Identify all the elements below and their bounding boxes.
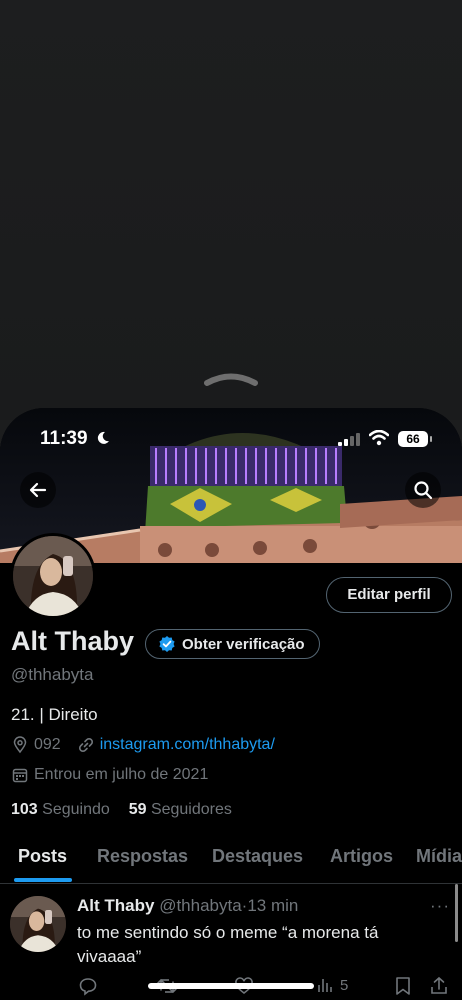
profile-joined-row: Entrou em julho de 2021 — [11, 766, 208, 784]
wifi-icon — [368, 429, 390, 451]
cellular-signal-icon — [338, 433, 360, 451]
reply-button[interactable] — [78, 976, 98, 996]
post-avatar[interactable] — [10, 896, 66, 952]
post-header: Alt Thaby @thhabyta·13 min — [77, 896, 298, 916]
followers-link[interactable]: 59 Seguidores — [129, 801, 232, 818]
post-author-handle[interactable]: @thhabyta — [159, 896, 241, 915]
profile-meta-row: 092 instagram.com/thhabyta/ — [11, 736, 275, 754]
post-time[interactable]: 13 min — [247, 896, 298, 915]
arrow-left-icon — [29, 482, 47, 498]
status-time: 11:39 — [40, 428, 88, 449]
calendar-icon — [12, 768, 28, 783]
moon-icon — [96, 431, 110, 450]
views-button[interactable]: 5 — [316, 976, 348, 994]
following-count: 103 — [11, 801, 38, 818]
scrollbar[interactable] — [455, 884, 458, 942]
profile-handle: @thhabyta — [11, 665, 94, 684]
reply-icon — [79, 978, 97, 996]
post-text: to me sentindo só o meme “a morena tá vi… — [77, 923, 379, 966]
followers-label: Seguidores — [150, 801, 232, 818]
avatar-photo — [13, 536, 93, 616]
share-button[interactable] — [430, 976, 448, 996]
dimmed-background — [0, 0, 462, 420]
battery-tip — [430, 436, 432, 442]
get-verified-label: Obter verificação — [182, 635, 305, 653]
search-button[interactable] — [405, 472, 441, 508]
tab-replies[interactable]: Respostas — [97, 846, 188, 867]
tab-posts[interactable]: Posts — [18, 846, 67, 867]
follow-stats: 103 Seguindo 59 Seguidores — [11, 801, 232, 819]
following-label: Seguindo — [42, 801, 110, 818]
location-pin-icon — [13, 736, 27, 754]
profile-sheet: 11:39 66 Editar perfil Alt Thaby Obter v… — [0, 408, 462, 1000]
post-author-name[interactable]: Alt Thaby — [77, 896, 154, 915]
active-tab-indicator — [14, 878, 72, 882]
share-icon — [431, 976, 447, 994]
edit-profile-button[interactable]: Editar perfil — [326, 577, 452, 613]
views-chart-icon — [318, 979, 332, 992]
followers-count: 59 — [128, 801, 147, 818]
back-button[interactable] — [20, 472, 56, 508]
status-bar: 11:39 66 — [0, 426, 462, 454]
post-more-options-icon[interactable]: ··· — [430, 896, 450, 916]
profile-avatar[interactable] — [10, 533, 96, 619]
tab-highlights[interactable]: Destaques — [212, 846, 303, 867]
tab-media[interactable]: Mídia — [416, 846, 462, 867]
verified-badge-icon — [159, 636, 175, 652]
profile-location: 092 — [34, 736, 61, 753]
profile-tabs: Posts Respostas Destaques Artigos Mídia — [0, 838, 462, 884]
views-count: 5 — [340, 976, 349, 994]
profile-bio: 21. | Direito — [11, 705, 98, 724]
home-indicator[interactable] — [148, 983, 314, 989]
search-icon — [414, 481, 433, 500]
bookmark-button[interactable] — [394, 976, 412, 996]
sheet-grabber-chevron-icon[interactable] — [203, 368, 259, 388]
tab-articles[interactable]: Artigos — [330, 846, 393, 867]
post-avatar-photo — [10, 896, 66, 952]
profile-joined: Entrou em julho de 2021 — [34, 766, 209, 783]
profile-website-link[interactable]: instagram.com/thhabyta/ — [100, 736, 275, 754]
bookmark-icon — [396, 977, 410, 995]
profile-name: Alt Thaby — [11, 626, 135, 656]
link-icon — [78, 737, 93, 753]
battery-icon: 66 — [398, 431, 428, 447]
following-link[interactable]: 103 Seguindo — [11, 801, 110, 818]
get-verified-button[interactable]: Obter verificação — [145, 629, 320, 659]
